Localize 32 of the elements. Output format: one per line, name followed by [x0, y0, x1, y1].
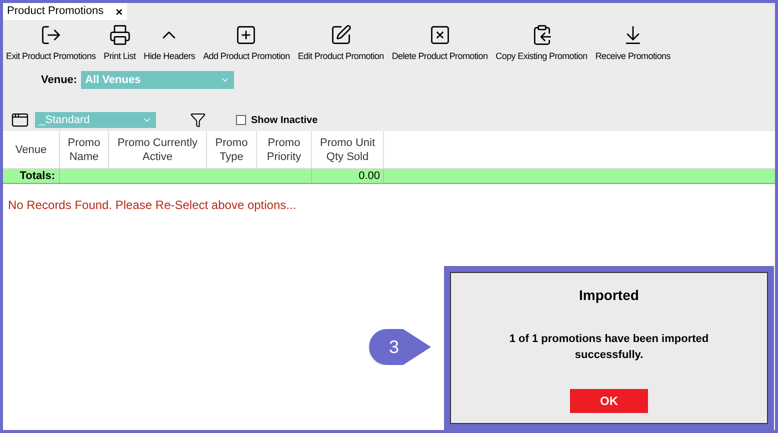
layout-icon[interactable] [11, 111, 29, 129]
printer-icon [108, 24, 131, 46]
toolbar-button[interactable]: Hide Headers [142, 24, 196, 64]
column-header[interactable]: Promo Type [207, 131, 257, 168]
square-x-icon [428, 24, 451, 46]
toolbar-button[interactable]: Print List [102, 24, 137, 64]
tab-close-button[interactable]: × [116, 6, 123, 18]
toolbar-button[interactable]: Copy Existing Promotion [494, 24, 588, 64]
show-inactive-label: Show Inactive [251, 114, 318, 128]
exit-icon [40, 24, 62, 46]
column-header[interactable]: Promo Priority [257, 131, 312, 168]
ok-button[interactable]: OK [570, 389, 648, 413]
step-callout: 3 [369, 329, 431, 365]
filter-icon[interactable] [190, 112, 206, 128]
totals-cell: 0.00 [312, 169, 384, 183]
toolbar-button[interactable]: Delete Product Promotion [390, 24, 489, 64]
square-plus-icon [235, 24, 258, 46]
toolbar-button[interactable]: Edit Product Promotion [296, 24, 385, 64]
empty-message: No Records Found. Please Re-Select above options... [7, 197, 298, 214]
column-header[interactable]: Promo Name [60, 131, 109, 168]
pencil-square-icon [330, 24, 352, 46]
toolbar-button[interactable]: Exit Product Promotions [5, 24, 97, 64]
column-header[interactable]: Promo Currently Active [109, 131, 207, 168]
dialog-title: Imported [579, 286, 639, 305]
column-header[interactable]: Venue [3, 131, 60, 168]
dialog-message: 1 of 1 promotions have been imported successfully. [508, 332, 710, 363]
column-header[interactable]: Promo Unit Qty Sold [312, 131, 384, 168]
venue-label: Venue: [41, 72, 78, 88]
toolbar-button[interactable]: Receive Promotions [594, 24, 672, 64]
tab-title[interactable]: Product Promotions [7, 3, 104, 20]
toolbar-button[interactable]: Add Product Promotion [202, 24, 291, 64]
totals-label: Totals: [3, 169, 60, 183]
